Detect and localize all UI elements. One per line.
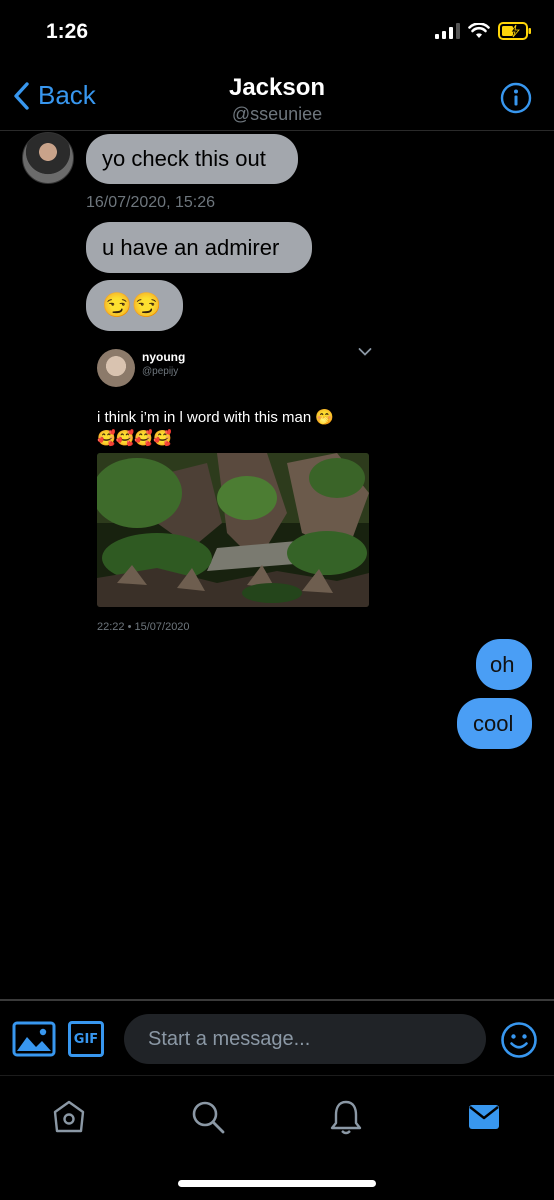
gif-icon[interactable]: GIF (68, 1021, 104, 1057)
message-text: yo check this out (102, 146, 266, 171)
shared-tweet-card[interactable]: nyoung @pepijy i think i’m in l word wit… (86, 337, 386, 643)
tweet-photo[interactable] (97, 453, 369, 607)
info-button[interactable] (500, 82, 532, 118)
tweet-author-name: nyoung (142, 350, 186, 364)
signal-icon (435, 23, 460, 39)
emoji-icon[interactable] (500, 1021, 538, 1059)
contact-avatar[interactable] (22, 132, 74, 184)
message-timestamp: 16/07/2020, 15:26 (86, 194, 216, 211)
message-input-wrapper (124, 1014, 486, 1064)
search-icon[interactable] (188, 1097, 228, 1137)
tweet-author-avatar[interactable] (97, 349, 135, 387)
tweet-text: i think i’m in l word with this man 🤭 🥰🥰… (97, 407, 367, 449)
home-indicator[interactable] (178, 1180, 376, 1187)
tweet-author-handle: @pepijy (142, 366, 179, 377)
home-icon[interactable] (49, 1097, 89, 1137)
message-bubble[interactable]: u have an admirer (86, 222, 312, 273)
message-bubble-outgoing[interactable]: oh (476, 639, 532, 690)
image-icon[interactable] (12, 1021, 56, 1057)
bell-icon[interactable] (326, 1097, 366, 1137)
message-input[interactable] (124, 1014, 486, 1064)
message-bubble[interactable]: yo check this out (86, 134, 298, 184)
conversation-title[interactable]: Jackson @sseuniee (0, 74, 554, 125)
message-composer: GIF (0, 999, 554, 1076)
contact-handle: @sseuniee (231, 104, 323, 124)
message-bubble[interactable]: 😏😏 (86, 280, 183, 331)
tweet-text-line: 🥰🥰🥰🥰 (97, 430, 172, 447)
status-time: 1:26 (46, 20, 89, 43)
status-bar: 1:26 (0, 0, 554, 64)
mail-icon[interactable] (464, 1097, 504, 1137)
wifi-icon (468, 23, 490, 38)
message-bubble-outgoing[interactable]: cool (457, 698, 532, 749)
message-text: u have an admirer (102, 234, 280, 260)
chevron-down-icon[interactable] (358, 347, 372, 357)
battery-icon (498, 22, 531, 40)
tweet-date: 22:22 • 15/07/2020 (97, 621, 190, 633)
garden-photo (97, 453, 369, 607)
message-text: oh (490, 651, 515, 677)
info-icon (500, 82, 532, 114)
conversation-header: Back Jackson @sseuniee (0, 64, 554, 131)
contact-name: Jackson (228, 74, 326, 101)
tweet-text-line: i think i’m in l word with this man 🤭 (97, 409, 335, 426)
message-text: 😏😏 (102, 292, 162, 319)
status-icons (435, 22, 532, 40)
message-text: cool (473, 710, 514, 736)
gif-label: GIF (73, 1031, 99, 1047)
